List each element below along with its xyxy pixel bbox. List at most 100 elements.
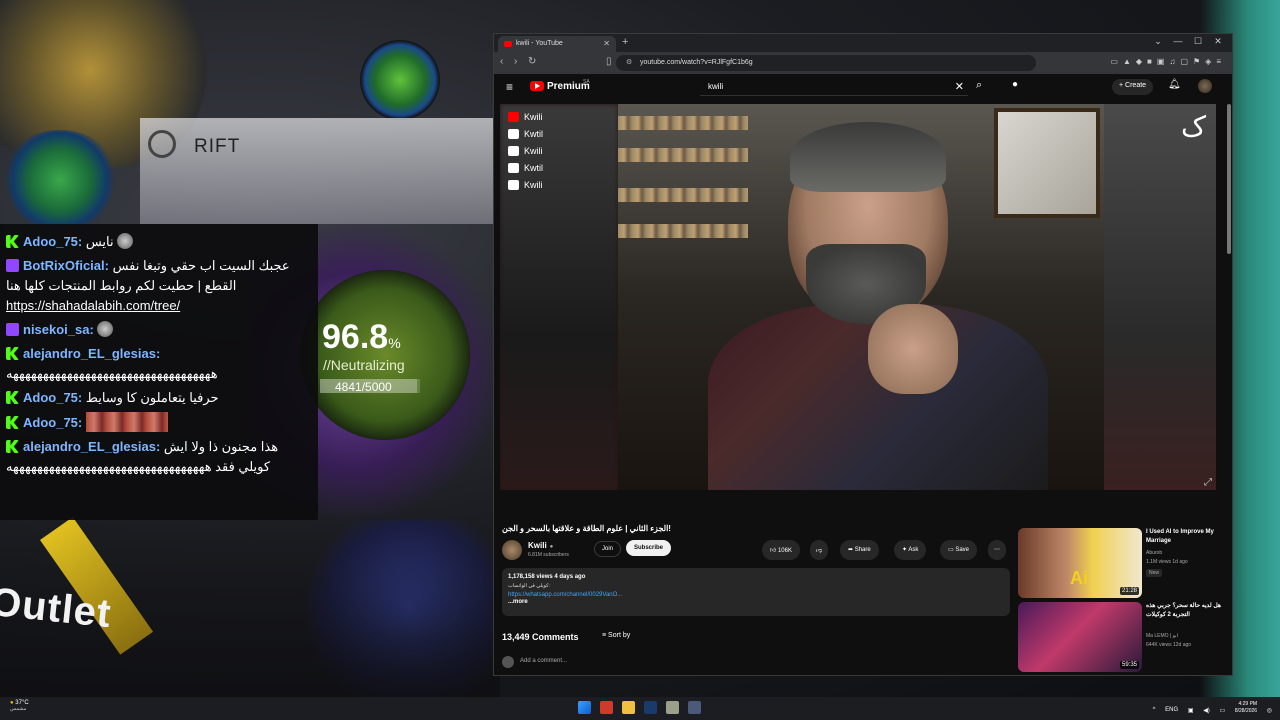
site-info-icon[interactable]: ⚙ (626, 58, 632, 66)
menu-icon[interactable]: ≡ (506, 80, 513, 94)
save-icon: ▭ (948, 547, 954, 553)
chat-text: ههههههههههههههههههههههههههههههههههه (6, 366, 218, 381)
steam-icon[interactable] (644, 701, 657, 714)
new-tab-icon[interactable]: + (622, 36, 628, 48)
social-item: Kwili (508, 178, 543, 195)
share-button[interactable]: ➦ Share (840, 540, 879, 560)
youtube-icon (508, 112, 519, 122)
notifications-icon[interactable]: 🔔︎ (1168, 79, 1181, 90)
rift-title: RIFT (194, 136, 241, 157)
recommended-thumbnail[interactable]: Ai 21:28 (1018, 528, 1142, 598)
chat-username: nisekoi_sa: (23, 322, 94, 337)
sort-by-button[interactable]: ≡ Sort by (602, 632, 630, 639)
video-frame (618, 104, 1104, 490)
back-icon[interactable]: ‹ (500, 56, 503, 67)
person-hand (868, 304, 958, 394)
microphone-icon[interactable]: ● (1012, 79, 1018, 90)
close-window-icon[interactable]: ✕ (1208, 36, 1228, 47)
url-field[interactable]: ⚙ youtube.com/watch?v=RJlFgfC1b6g (616, 55, 1036, 71)
comment-avatar (502, 656, 514, 668)
framed-certificate (994, 108, 1100, 218)
game-app-icon[interactable] (666, 701, 679, 714)
rift-logo-icon (148, 130, 176, 158)
share-label: Share (854, 547, 871, 553)
scrollbar-thumb[interactable] (1227, 104, 1231, 254)
description-box[interactable]: 1,178,158 views 4 days ago كويلي في الوا… (502, 568, 1010, 616)
settings-icon[interactable] (688, 701, 701, 714)
maximize-icon[interactable]: ☐ (1188, 36, 1208, 47)
tab-search-icon[interactable]: ⌄ (1148, 36, 1168, 47)
battery-icon[interactable]: ▭ (1219, 707, 1225, 714)
view-stats: 1,178,158 views 4 days ago (508, 574, 586, 580)
forward-icon[interactable]: › (514, 56, 517, 67)
brave-browser-icon[interactable] (600, 701, 613, 714)
minimize-icon[interactable]: — (1168, 36, 1188, 46)
language-indicator[interactable]: ENG (1165, 707, 1178, 713)
search-input[interactable]: kwili ✕ (700, 78, 968, 96)
channel-name[interactable]: Kwili ● (528, 541, 553, 550)
kick-badge-icon (6, 416, 19, 429)
tab-close-icon[interactable]: ✕ (603, 39, 610, 48)
bookmark-icon[interactable]: ▯ (606, 56, 612, 67)
add-comment-field[interactable]: Add a comment... (520, 658, 567, 664)
youtube-logo-icon[interactable] (530, 81, 544, 91)
join-button[interactable]: Join (594, 541, 622, 557)
neutralize-number: 96.8 (322, 318, 389, 356)
chat-username: alejandro_EL_glesias: (23, 346, 161, 361)
tab-youtube[interactable]: kwili - YouTube ✕ (498, 36, 616, 52)
chat-link[interactable]: https://shahadalabih.com/tree/ (6, 298, 180, 313)
social-label: Kwili (524, 180, 543, 190)
channel-avatar[interactable] (502, 540, 522, 560)
clock[interactable]: 4:29 PM 8/28/2026 (1235, 701, 1257, 715)
more-actions-button[interactable]: ⋯ (988, 540, 1006, 560)
search-icon[interactable]: ⌕ (976, 79, 982, 92)
neutralize-label: //Neutralizing (323, 357, 405, 373)
neutralize-unit: % (388, 335, 401, 351)
subscriber-count: 6.81M subscribers (528, 552, 569, 558)
neutralize-progress-text: 4841/5000 (335, 380, 392, 394)
chat-username: BotRixOficial: (23, 258, 109, 273)
kick-badge-icon (6, 235, 19, 248)
extension-icons[interactable]: ▭▲◆■▣♫▢⚑◈≡ (1110, 57, 1226, 66)
tray-chevron-icon[interactable]: ^ (1153, 707, 1156, 713)
dislike-button[interactable]: 👎︎ (810, 540, 829, 560)
account-avatar[interactable] (1198, 79, 1212, 93)
recommended-video[interactable]: Ai 21:28 I Used AI to Improve My Marriag… (1018, 528, 1228, 598)
file-explorer-icon[interactable] (622, 701, 635, 714)
neutralize-value: 96.8% (322, 318, 401, 357)
recommended-thumbnail[interactable]: 59:35 (1018, 602, 1142, 672)
weather-widget[interactable]: ● 37°C مشمس (10, 700, 29, 712)
ask-button[interactable]: ✦ Ask (894, 540, 927, 560)
bookshelf (618, 188, 748, 202)
window-controls: ⌄ — ☐ ✕ (1148, 36, 1228, 47)
create-button[interactable]: + Create (1112, 79, 1154, 95)
reload-icon[interactable]: ↻ (528, 56, 536, 67)
verified-icon: ● (549, 544, 554, 550)
chat-message: alejandro_EL_glesias: هذا مجنون ذا ولا ا… (6, 437, 312, 477)
page-scrollbar[interactable] (1227, 104, 1231, 674)
subscribe-button[interactable]: Subscribe (626, 540, 672, 556)
video-duration: 59:35 (1119, 661, 1139, 669)
like-button[interactable]: 👍︎ 106K (762, 540, 800, 560)
recommended-title: هل لديه حالة سحر؟ جربي هذه التجربة 2 كوك… (1146, 603, 1222, 618)
fullscreen-icon[interactable]: ⤢ (1204, 477, 1212, 488)
save-button[interactable]: ▭ Save (940, 540, 978, 560)
emote-icon (117, 233, 134, 249)
ai-thumbnail-mark: Ai (1070, 568, 1088, 588)
social-label: Kwili (524, 112, 543, 122)
network-icon[interactable]: ▣ (1188, 707, 1194, 714)
tab-bar: kwili - YouTube ✕ + ⌄ — ☐ ✕ (494, 34, 1232, 52)
show-more-link[interactable]: ...more (508, 599, 1004, 605)
kick-badge-icon (6, 347, 19, 360)
clock-date: 8/28/2026 (1234, 708, 1258, 714)
recommended-title: I Used AI to Improve My Marriage (1146, 529, 1214, 544)
notification-center-icon[interactable]: ◎ (1267, 707, 1272, 714)
start-icon[interactable] (578, 701, 591, 714)
video-player[interactable]: Kwili Kwtil Kwili Kwtil Kwili ک ⤢ (500, 104, 1216, 490)
description-link[interactable]: https://whatsapp.com/channel/0029VanO... (508, 592, 1004, 598)
kick-badge-icon (6, 391, 19, 404)
clear-search-icon[interactable]: ✕ (955, 80, 964, 93)
social-label: Kwtil (524, 129, 544, 139)
recommended-video[interactable]: 59:35 هل لديه حالة سحر؟ جربي هذه التجربة… (1018, 602, 1228, 672)
volume-icon[interactable]: ◀) (1203, 707, 1210, 714)
